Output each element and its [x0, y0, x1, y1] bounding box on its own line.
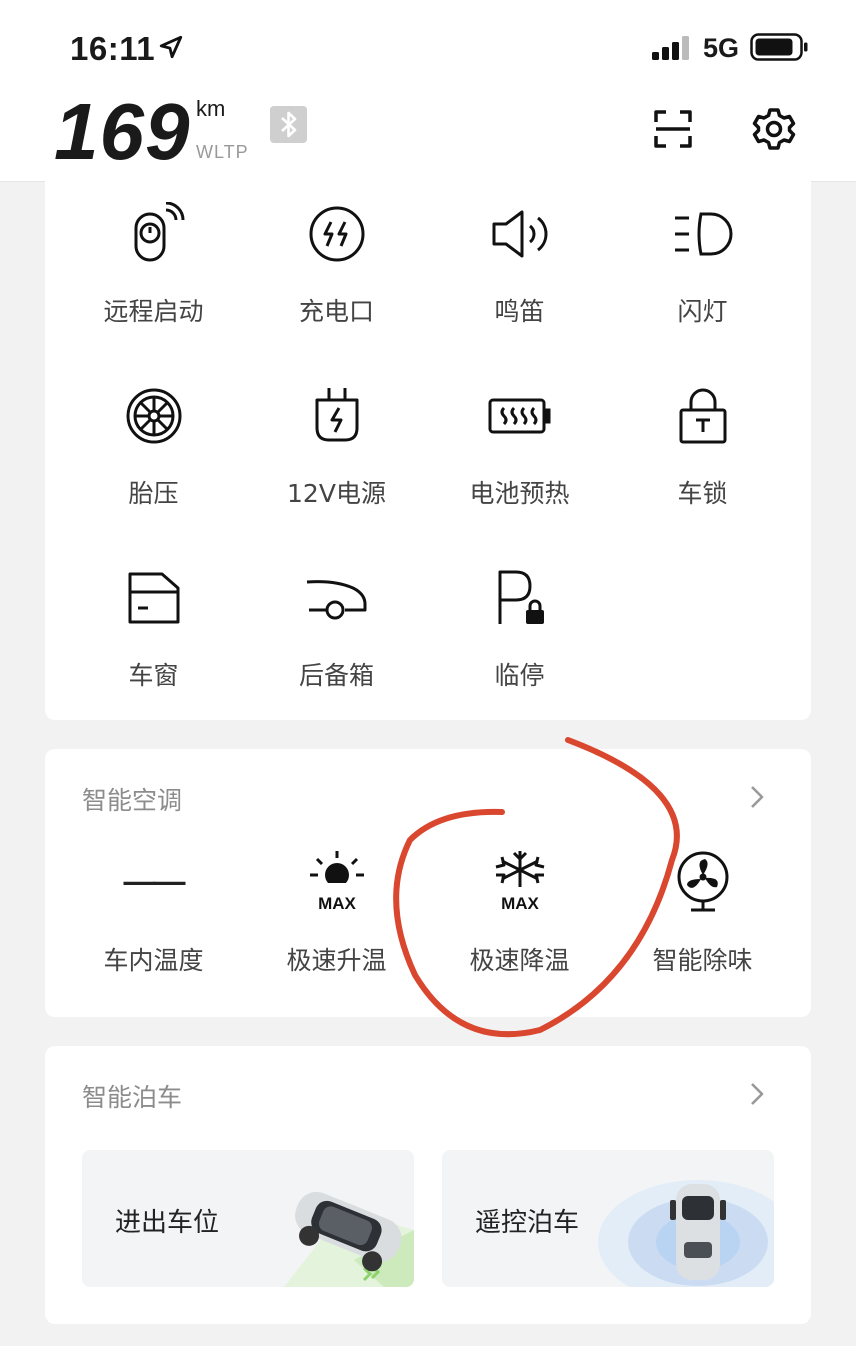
cabin-temperature-value: —— — [123, 862, 186, 899]
chevron-right-icon[interactable] — [743, 1080, 771, 1108]
charge-port-icon — [309, 206, 364, 262]
climate-odor-removal[interactable]: 智能除味 — [611, 849, 794, 989]
status-bar: 16:11 5G — [0, 0, 856, 90]
control-label: 远程启动 — [103, 297, 204, 326]
control-label: 电池预热 — [469, 479, 570, 508]
vehicle-header: 169 km WLTP — [0, 90, 856, 182]
control-label: 12V电源 — [287, 479, 386, 508]
remote-parking-car-image — [598, 1180, 774, 1287]
smart-climate-card: 智能空调 —— 车内温度 MAX 极速升温 MAX 极速降温 智能除味 — [45, 749, 811, 1017]
cellular-signal-icon — [652, 36, 689, 60]
control-label: 鸣笛 — [494, 297, 545, 326]
max-heat-icon: MAX — [309, 851, 364, 913]
car-lock-icon — [679, 388, 726, 444]
headlight-flash-icon — [674, 212, 732, 256]
climate-cabin-temperature[interactable]: —— 车内温度 — [62, 849, 245, 989]
control-12v-power[interactable]: 12V电源 — [245, 364, 428, 534]
control-label: 车锁 — [677, 479, 728, 508]
remote-start-icon — [134, 202, 184, 262]
control-car-lock[interactable]: 车锁 — [611, 364, 794, 534]
climate-label: 车内温度 — [103, 946, 204, 975]
location-arrow-icon — [159, 35, 183, 59]
control-label: 车窗 — [128, 661, 179, 690]
park-in-out-tile[interactable]: 进出车位 — [82, 1150, 414, 1287]
control-label: 充电口 — [298, 297, 374, 326]
car-window-icon — [128, 572, 179, 624]
park-in-out-car-image — [284, 1191, 414, 1287]
power-12v-icon — [315, 388, 358, 442]
control-battery-preheat[interactable]: 电池预热 — [428, 364, 611, 534]
remote-parking-tile[interactable]: 遥控泊车 — [442, 1150, 774, 1287]
temporary-parking-icon — [498, 570, 544, 624]
climate-label: 智能除味 — [652, 946, 753, 975]
odor-removal-fan-icon — [677, 851, 728, 912]
bluetooth-icon — [270, 106, 307, 143]
network-type: 5G — [703, 33, 740, 63]
range-value: 169 — [54, 87, 191, 176]
control-label: 闪灯 — [677, 297, 728, 326]
range-standard: WLTP — [196, 142, 249, 162]
horn-icon — [492, 210, 547, 258]
control-horn[interactable]: 鸣笛 — [428, 182, 611, 352]
control-flash-lights[interactable]: 闪灯 — [611, 182, 794, 352]
park-in-out-label: 进出车位 — [115, 1208, 220, 1238]
parking-title: 智能泊车 — [82, 1083, 183, 1112]
control-car-window[interactable]: 车窗 — [62, 546, 245, 716]
control-remote-start[interactable]: 远程启动 — [62, 182, 245, 352]
gear-icon[interactable] — [751, 106, 797, 152]
climate-label: 极速降温 — [469, 946, 570, 975]
trunk-icon — [306, 580, 366, 620]
control-trunk[interactable]: 后备箱 — [245, 546, 428, 716]
battery-icon — [750, 33, 808, 61]
control-label: 胎压 — [128, 479, 179, 508]
vehicle-controls-card: 远程启动 充电口 鸣笛 闪灯 胎压 12V电源 电池预热 车锁 车窗 后备箱 临… — [45, 170, 811, 720]
control-label: 后备箱 — [298, 661, 374, 690]
max-heat-badge: MAX — [318, 894, 356, 913]
remote-parking-label: 遥控泊车 — [475, 1208, 580, 1238]
climate-max-heat[interactable]: MAX 极速升温 — [245, 849, 428, 989]
scan-icon[interactable] — [650, 106, 696, 152]
max-cool-icon: MAX — [495, 851, 544, 913]
status-time: 16:11 — [70, 30, 156, 67]
smart-parking-card: 智能泊车 进出车位 遥控泊车 — [45, 1046, 811, 1324]
climate-title: 智能空调 — [82, 786, 183, 815]
control-label: 临停 — [494, 661, 545, 690]
climate-max-cool[interactable]: MAX 极速降温 — [428, 849, 611, 989]
chevron-right-icon[interactable] — [743, 783, 771, 811]
range-unit: km — [196, 96, 226, 121]
cabin-temperature-icon: —— — [122, 849, 186, 913]
control-charge-port[interactable]: 充电口 — [245, 182, 428, 352]
tire-pressure-icon — [126, 388, 181, 444]
battery-preheat-icon — [488, 398, 550, 434]
control-temporary-parking[interactable]: 临停 — [428, 546, 611, 716]
control-tire-pressure[interactable]: 胎压 — [62, 364, 245, 534]
climate-label: 极速升温 — [286, 946, 387, 975]
max-cool-badge: MAX — [501, 894, 539, 913]
